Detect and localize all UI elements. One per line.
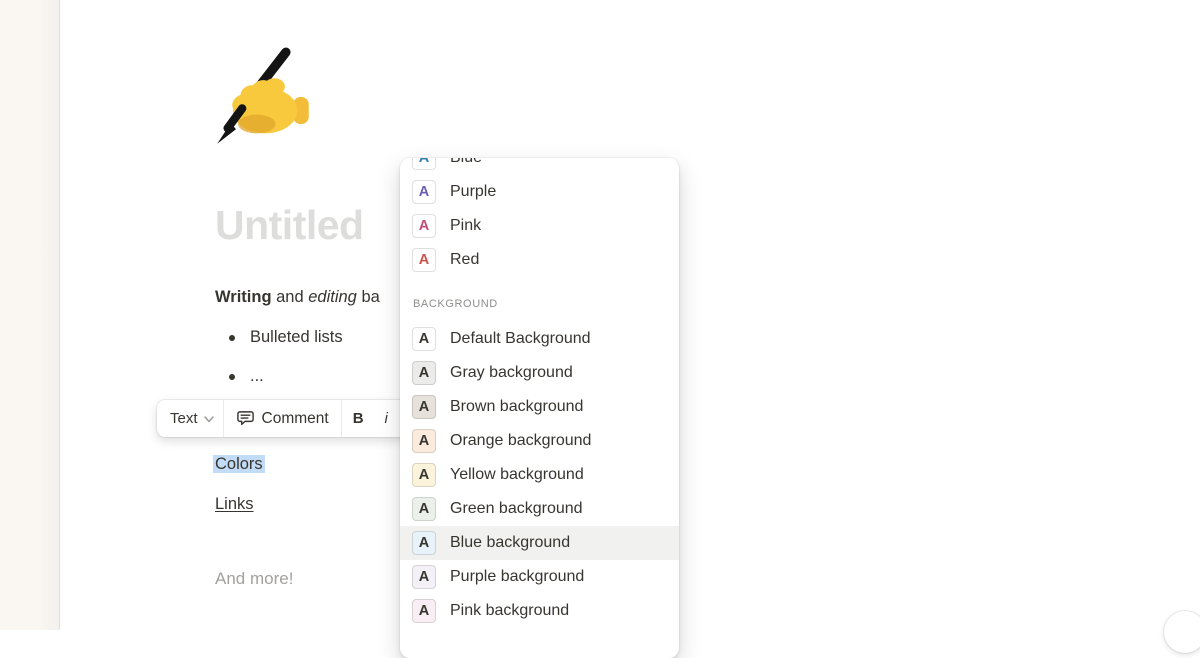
- color-swatch-icon: A: [412, 158, 436, 170]
- menu-item-blue-background[interactable]: A Blue background: [400, 526, 679, 560]
- selected-text: Colors: [213, 455, 265, 473]
- intro-text: and: [272, 288, 309, 306]
- italic-button[interactable]: i: [375, 400, 398, 437]
- colors-text-line[interactable]: Colors: [213, 452, 265, 476]
- comment-label: Comment: [262, 410, 329, 428]
- menu-item-gray-background[interactable]: A Gray background: [400, 356, 679, 390]
- menu-item-label: Yellow background: [450, 466, 584, 484]
- background-swatch-icon: A: [412, 361, 436, 385]
- sidebar-strip: [0, 0, 60, 630]
- menu-item-label: Green background: [450, 500, 583, 518]
- format-toolbar: Text Comment B i: [157, 400, 410, 437]
- menu-item-label: Default Background: [450, 330, 591, 348]
- bullet-item-2[interactable]: ...: [229, 364, 264, 389]
- menu-item-label: Pink: [450, 217, 481, 235]
- bullet-label: ...: [250, 367, 264, 386]
- bullet-dot-icon: [229, 374, 235, 380]
- turn-into-button[interactable]: Text: [157, 400, 223, 437]
- comment-bubble-icon: [236, 409, 255, 428]
- intro-paragraph[interactable]: Writing and editing ba: [215, 285, 380, 310]
- menu-item-purple[interactable]: A Purple: [400, 175, 679, 209]
- menu-item-label: Purple: [450, 183, 496, 201]
- color-swatch-icon: A: [412, 214, 436, 238]
- menu-item-brown-background[interactable]: A Brown background: [400, 390, 679, 424]
- menu-item-label: Purple background: [450, 568, 584, 586]
- bold-button[interactable]: B: [342, 400, 375, 437]
- intro-italic-text: editing: [308, 288, 357, 306]
- menu-item-label: Pink background: [450, 602, 569, 620]
- background-swatch-icon: A: [412, 565, 436, 589]
- menu-item-red[interactable]: A Red: [400, 243, 679, 277]
- background-section-header: BACKGROUND: [400, 277, 679, 322]
- background-swatch-icon: A: [412, 497, 436, 521]
- links-text-line[interactable]: Links: [215, 492, 254, 516]
- menu-item-default-background[interactable]: A Default Background: [400, 322, 679, 356]
- menu-item-orange-background[interactable]: A Orange background: [400, 424, 679, 458]
- menu-item-label: Orange background: [450, 432, 591, 450]
- comment-button[interactable]: Comment: [224, 400, 341, 437]
- background-swatch-icon: A: [412, 429, 436, 453]
- menu-item-blue[interactable]: A Blue: [400, 158, 679, 175]
- page-icon-writing-hand-emoji[interactable]: [211, 46, 315, 150]
- bullet-label: Bulleted lists: [250, 328, 343, 347]
- background-swatch-icon: A: [412, 395, 436, 419]
- intro-bold-text: Writing: [215, 288, 272, 306]
- menu-item-label: Gray background: [450, 364, 573, 382]
- and-more-text[interactable]: And more!: [215, 569, 293, 589]
- menu-item-label: Blue background: [450, 534, 570, 552]
- menu-item-pink-background[interactable]: A Pink background: [400, 594, 679, 628]
- color-swatch-icon: A: [412, 180, 436, 204]
- menu-item-yellow-background[interactable]: A Yellow background: [400, 458, 679, 492]
- menu-item-label: Blue: [450, 158, 482, 167]
- background-swatch-icon: A: [412, 531, 436, 555]
- chevron-down-icon: [204, 416, 214, 423]
- menu-item-label: Red: [450, 251, 479, 269]
- color-swatch-icon: A: [412, 248, 436, 272]
- color-menu-list: A Blue A Purple A Pink A Red BACKGROUND …: [400, 158, 679, 628]
- background-swatch-icon: A: [412, 599, 436, 623]
- bullet-dot-icon: [229, 335, 235, 341]
- menu-item-pink[interactable]: A Pink: [400, 209, 679, 243]
- page-title[interactable]: Untitled: [215, 200, 364, 250]
- background-swatch-icon: A: [412, 327, 436, 351]
- text-color-menu: A Blue A Purple A Pink A Red BACKGROUND …: [400, 158, 679, 658]
- background-swatch-icon: A: [412, 463, 436, 487]
- intro-text-tail: ba: [357, 288, 380, 306]
- writing-hand-icon: [211, 46, 315, 150]
- menu-item-label: Brown background: [450, 398, 583, 416]
- turn-into-label: Text: [170, 410, 198, 427]
- menu-item-green-background[interactable]: A Green background: [400, 492, 679, 526]
- menu-item-purple-background[interactable]: A Purple background: [400, 560, 679, 594]
- links-link[interactable]: Links: [215, 495, 254, 513]
- help-button[interactable]: [1164, 611, 1200, 653]
- bullet-item-1[interactable]: Bulleted lists: [229, 325, 343, 350]
